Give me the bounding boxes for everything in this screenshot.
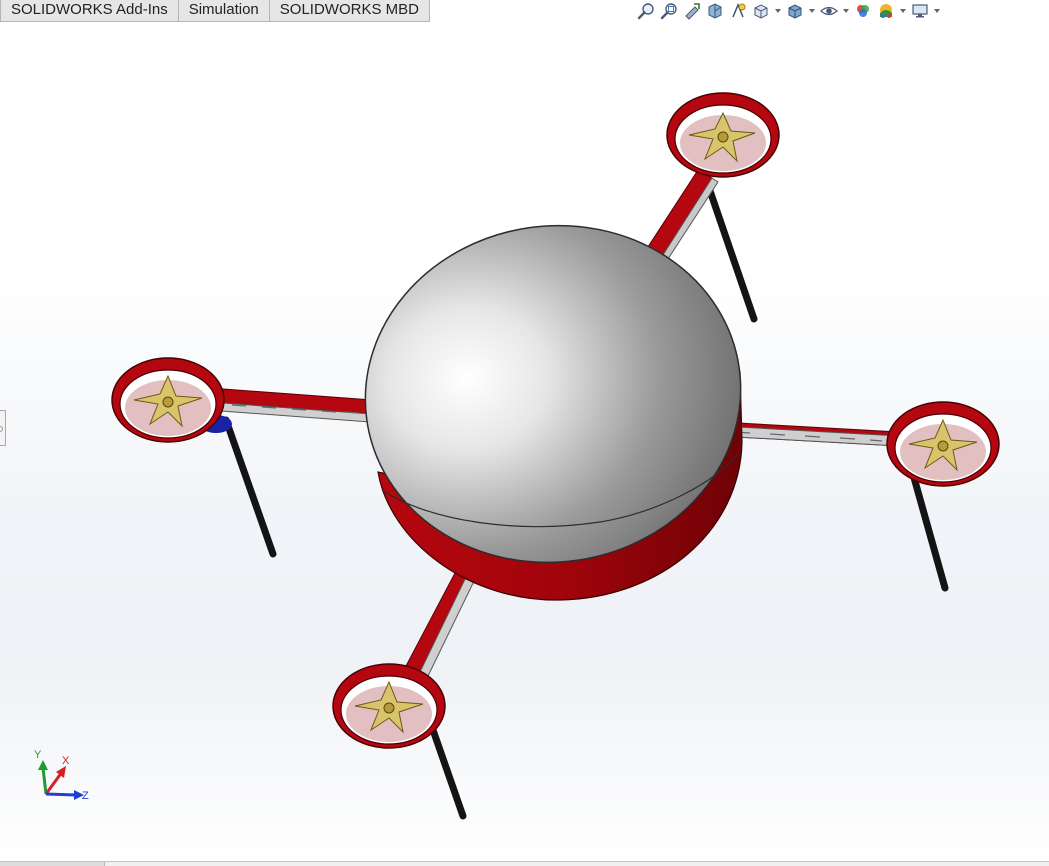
rotor-bottom xyxy=(332,663,446,749)
section-view-icon[interactable] xyxy=(705,1,725,21)
view-orientation-dropdown-icon[interactable] xyxy=(774,1,782,21)
landing-leg xyxy=(909,470,949,592)
heads-up-view-toolbar xyxy=(636,0,941,22)
graphics-area[interactable]: Y X Z xyxy=(0,22,1049,862)
rotor-right xyxy=(886,401,1000,487)
apply-scene-icon[interactable] xyxy=(876,1,896,21)
landing-leg xyxy=(704,181,758,323)
previous-view-icon[interactable] xyxy=(682,1,702,21)
tab-solidworks-add-ins[interactable]: SOLIDWORKS Add-Ins xyxy=(0,0,179,22)
reference-triad: Y X Z xyxy=(34,749,89,802)
display-style-icon[interactable] xyxy=(785,1,805,21)
central-body xyxy=(364,224,743,601)
model-tab[interactable] xyxy=(0,862,105,866)
tab-simulation[interactable]: Simulation xyxy=(178,0,270,22)
view-settings-dropdown-icon[interactable] xyxy=(933,1,941,21)
edit-appearance-icon[interactable] xyxy=(853,1,873,21)
landing-leg xyxy=(429,726,467,820)
rotor-top-right xyxy=(666,92,780,178)
view-settings-icon[interactable] xyxy=(910,1,930,21)
apply-scene-dropdown-icon[interactable] xyxy=(899,1,907,21)
zoom-to-area-icon[interactable] xyxy=(659,1,679,21)
triad-z-label: Z xyxy=(82,790,89,802)
triad-x-label: X xyxy=(62,755,70,767)
command-manager-tabs: SOLIDWORKS Add-Ins Simulation SOLIDWORKS… xyxy=(0,0,430,22)
tab-solidworks-mbd[interactable]: SOLIDWORKS MBD xyxy=(269,0,430,22)
hide-show-items-icon[interactable] xyxy=(819,1,839,21)
display-style-dropdown-icon[interactable] xyxy=(808,1,816,21)
triad-y-label: Y xyxy=(34,749,42,761)
zoom-to-fit-icon[interactable] xyxy=(636,1,656,21)
view-orientation-icon[interactable] xyxy=(751,1,771,21)
hide-show-dropdown-icon[interactable] xyxy=(842,1,850,21)
arm-top-right xyxy=(645,169,713,259)
rotor-left xyxy=(111,357,232,443)
bottom-tab-strip xyxy=(0,861,1049,866)
quadcopter-model: Y X Z xyxy=(34,92,1000,820)
dynamic-annotation-icon[interactable] xyxy=(728,1,748,21)
landing-leg xyxy=(222,416,277,558)
